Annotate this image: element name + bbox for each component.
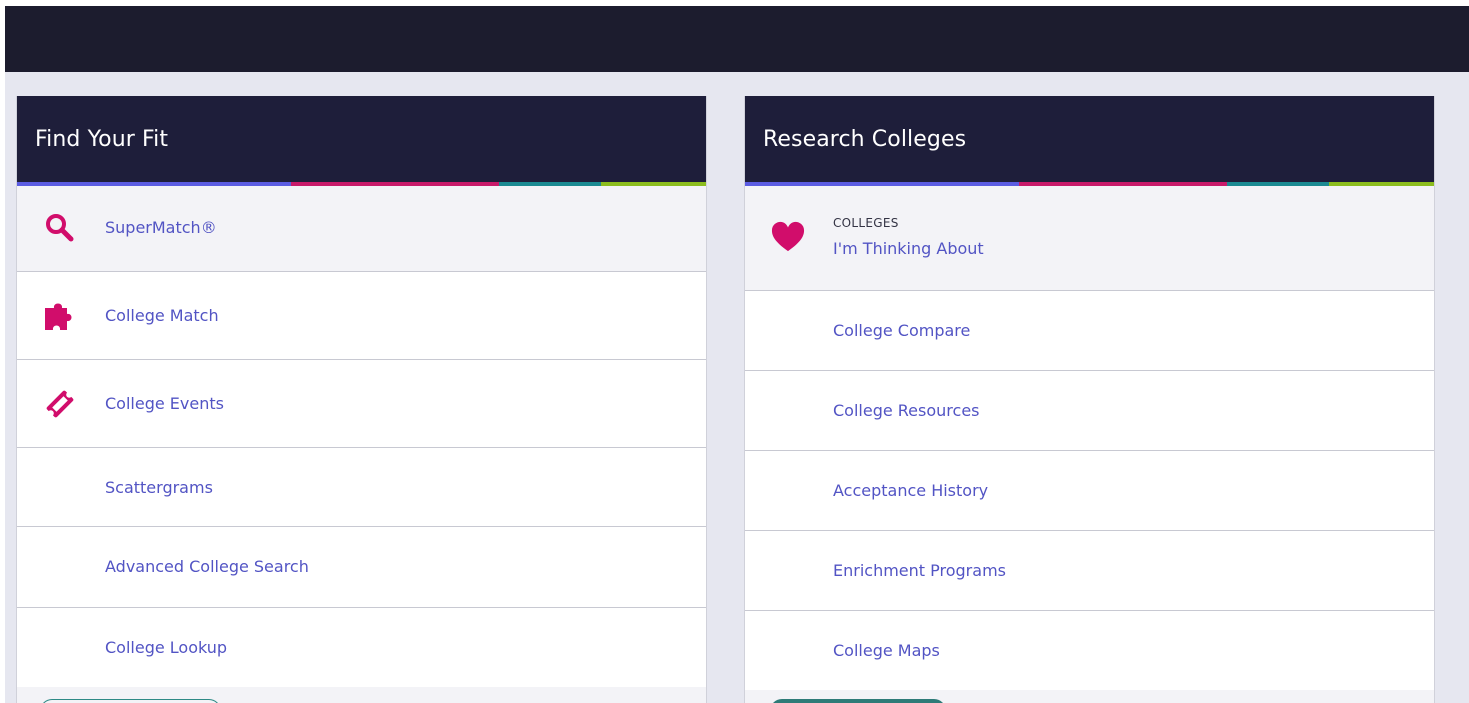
college-resources-link[interactable]: College Resources <box>745 371 1434 451</box>
supermatch-link[interactable]: SuperMatch® <box>17 186 706 272</box>
item-label: Enrichment Programs <box>833 561 1006 580</box>
ticket-icon <box>43 387 77 421</box>
college-match-link[interactable]: College Match <box>17 272 706 360</box>
advanced-college-search-link[interactable]: Advanced College Search <box>17 527 706 608</box>
app-frame: Find Your Fit SuperMatch® College Match … <box>5 6 1469 703</box>
card-title: Find Your Fit <box>35 126 169 152</box>
card-header: Find Your Fit <box>17 96 706 182</box>
heart-icon <box>771 220 805 254</box>
item-label: Advanced College Search <box>105 557 309 576</box>
scattergrams-link[interactable]: Scattergrams <box>17 448 706 527</box>
colleges-thinking-about-link[interactable]: COLLEGES I'm Thinking About <box>745 186 1434 291</box>
card-footer <box>745 690 1434 703</box>
top-navigation-bar <box>5 6 1469 72</box>
item-label: Scattergrams <box>105 478 213 497</box>
item-label: I'm Thinking About <box>833 239 984 258</box>
card-header: Research Colleges <box>745 96 1434 182</box>
footer-button[interactable] <box>40 699 221 703</box>
college-maps-link[interactable]: College Maps <box>745 611 1434 691</box>
research-colleges-card: Research Colleges COLLEGES I'm Thinking … <box>744 96 1435 703</box>
footer-button[interactable] <box>770 699 946 703</box>
find-your-fit-card: Find Your Fit SuperMatch® College Match … <box>16 96 707 703</box>
item-label: Acceptance History <box>833 481 989 500</box>
college-events-link[interactable]: College Events <box>17 360 706 448</box>
item-label: College Lookup <box>105 638 228 657</box>
acceptance-history-link[interactable]: Acceptance History <box>745 451 1434 531</box>
item-label: SuperMatch® <box>105 218 217 237</box>
item-label: College Resources <box>833 401 980 420</box>
card-footer <box>17 687 706 703</box>
puzzle-icon <box>43 299 77 333</box>
college-lookup-link[interactable]: College Lookup <box>17 608 706 687</box>
card-title: Research Colleges <box>763 126 967 152</box>
item-label: College Match <box>105 306 219 325</box>
item-label: College Events <box>105 394 224 413</box>
item-label: College Maps <box>833 641 940 660</box>
item-overline: COLLEGES <box>833 216 899 230</box>
search-icon <box>43 211 77 245</box>
college-compare-link[interactable]: College Compare <box>745 291 1434 371</box>
enrichment-programs-link[interactable]: Enrichment Programs <box>745 531 1434 611</box>
item-label: College Compare <box>833 321 971 340</box>
